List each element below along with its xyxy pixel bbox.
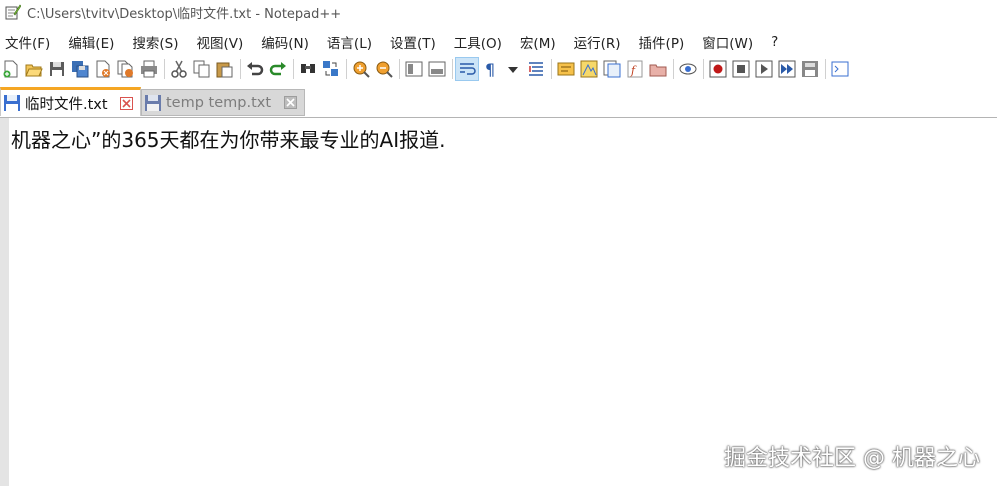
undo-icon[interactable] <box>244 58 266 80</box>
toolbar: ¶ f <box>0 55 997 83</box>
play-macro-icon[interactable] <box>753 58 775 80</box>
close-icon[interactable] <box>120 96 133 110</box>
svg-text:¶: ¶ <box>485 60 495 78</box>
toolbar-separator <box>293 59 294 79</box>
cut-icon[interactable] <box>168 58 190 80</box>
stop-macro-icon[interactable] <box>730 58 752 80</box>
redo-icon[interactable] <box>267 58 289 80</box>
menu-settings[interactable]: 设置(T) <box>386 32 440 52</box>
menu-macro[interactable]: 宏(M) <box>516 32 560 52</box>
tab-label: temp temp.txt <box>166 94 272 111</box>
tab-temp-temp[interactable]: temp temp.txt <box>141 89 305 116</box>
toolbar-separator <box>703 59 704 79</box>
toolbar-separator <box>452 59 453 79</box>
menu-search[interactable]: 搜索(S) <box>128 32 182 52</box>
editor-area[interactable]: 机器之心”的365天都在为你带来最专业的AI报道. 掘金技术社区 @ 机器之心 <box>0 118 997 486</box>
run-macro-multiple-icon[interactable] <box>776 58 798 80</box>
print-icon[interactable] <box>138 58 160 80</box>
save-icon[interactable] <box>46 58 68 80</box>
indent-guide-icon[interactable] <box>525 58 547 80</box>
window-title: C:\Users\tvitv\Desktop\临时文件.txt - Notepa… <box>27 6 342 22</box>
sync-horizontal-icon[interactable] <box>426 58 448 80</box>
menu-edit[interactable]: 编辑(E) <box>64 32 118 52</box>
toolbar-separator <box>240 59 241 79</box>
toolbar-separator <box>825 59 826 79</box>
zoom-out-icon[interactable] <box>373 58 395 80</box>
word-wrap-icon[interactable] <box>455 57 479 81</box>
save-icon <box>4 95 20 111</box>
define-language-icon[interactable] <box>555 58 577 80</box>
dropdown-icon[interactable] <box>502 58 524 80</box>
function-list-icon[interactable] <box>601 58 623 80</box>
zoom-in-icon[interactable] <box>350 58 372 80</box>
new-file-icon[interactable] <box>0 58 22 80</box>
open-file-icon[interactable] <box>23 58 45 80</box>
document-map-icon[interactable] <box>578 58 600 80</box>
close-all-icon[interactable] <box>115 58 137 80</box>
menu-help[interactable]: ? <box>767 34 782 50</box>
toolbar-separator <box>673 59 674 79</box>
folder-workspace-icon[interactable]: f <box>624 58 646 80</box>
copy-icon[interactable] <box>191 58 213 80</box>
show-all-chars-icon[interactable]: ¶ <box>479 58 501 80</box>
monitor-icon[interactable] <box>647 58 669 80</box>
toolbar-separator <box>164 59 165 79</box>
record-macro-icon[interactable] <box>707 58 729 80</box>
replace-icon[interactable] <box>320 58 342 80</box>
sync-vertical-icon[interactable] <box>403 58 425 80</box>
menu-plugins[interactable]: 插件(P) <box>635 32 689 52</box>
eye-icon[interactable] <box>677 58 699 80</box>
save-icon <box>145 94 161 111</box>
save-macro-icon[interactable] <box>799 58 821 80</box>
toolbar-separator <box>346 59 347 79</box>
watermark: 掘金技术社区 @ 机器之心 <box>724 446 980 471</box>
toolbar-separator <box>399 59 400 79</box>
console-icon[interactable] <box>829 58 851 80</box>
toolbar-separator <box>551 59 552 79</box>
paste-icon[interactable] <box>214 58 236 80</box>
tab-temp-file[interactable]: 临时文件.txt <box>0 87 141 116</box>
find-icon[interactable] <box>297 58 319 80</box>
menu-window[interactable]: 窗口(W) <box>698 32 757 52</box>
save-all-icon[interactable] <box>69 58 91 80</box>
menu-view[interactable]: 视图(V) <box>193 32 248 52</box>
title-bar: C:\Users\tvitv\Desktop\临时文件.txt - Notepa… <box>0 0 997 24</box>
line-margin <box>0 118 9 486</box>
tab-bar: 临时文件.txt temp temp.txt <box>0 86 997 118</box>
menu-tools[interactable]: 工具(O) <box>450 32 506 52</box>
close-icon[interactable] <box>284 96 297 109</box>
menu-encoding[interactable]: 编码(N) <box>257 32 313 52</box>
menu-bar: 文件(F) 编辑(E) 搜索(S) 视图(V) 编码(N) 语言(L) 设置(T… <box>0 30 997 54</box>
notepad-plus-plus-icon <box>5 4 21 20</box>
menu-run[interactable]: 运行(R) <box>570 32 625 52</box>
close-icon[interactable] <box>92 58 114 80</box>
tab-label: 临时文件.txt <box>25 96 108 113</box>
menu-language[interactable]: 语言(L) <box>323 32 376 52</box>
editor-line[interactable]: 机器之心”的365天都在为你带来最专业的AI报道. <box>11 124 445 153</box>
menu-file[interactable]: 文件(F) <box>1 32 54 52</box>
